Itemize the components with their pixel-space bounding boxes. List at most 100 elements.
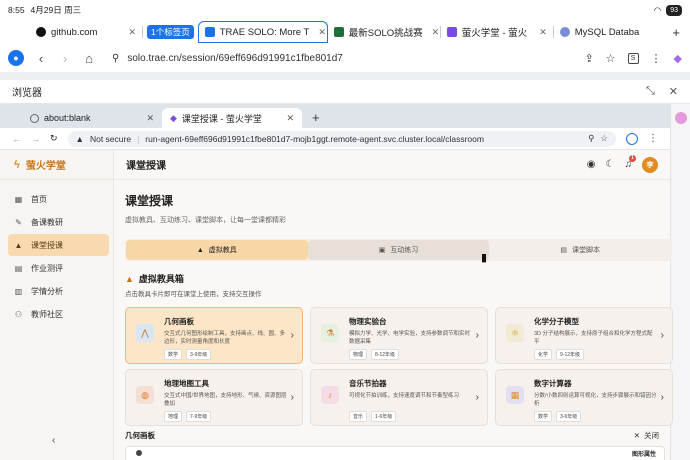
outer-tab-label: MySQL Databa (574, 26, 640, 38)
sidebar-item-analytics[interactable]: ▥ 学情分析 (8, 280, 109, 302)
chevron-right-icon: › (660, 330, 664, 341)
status-bar: 8:55 4月29日 周三 ◠ 93 (0, 0, 690, 20)
tab-switcher-icon[interactable]: S (627, 52, 639, 64)
user-avatar[interactable]: 李 (642, 156, 658, 173)
bookmark-star-icon[interactable]: ☆ (606, 52, 616, 65)
close-icon[interactable]: ✕ (146, 113, 154, 124)
tool-description: 交互式中国/世界地图，支持地形、气候、资源图层叠加 (164, 393, 287, 407)
sidebar-item-label: 学情分析 (31, 286, 63, 296)
menu-icon[interactable]: ⋮ (651, 52, 662, 65)
tool-tag: 1-6年级 (371, 411, 397, 422)
github-icon (36, 27, 46, 37)
inner-address-bar[interactable]: ▲ Not secure | run-agent-69eff696d91991c… (67, 130, 616, 147)
tool-name: 数字计算器 (534, 379, 572, 388)
profile-avatar[interactable]: ● (8, 50, 24, 66)
close-icon[interactable]: ✕ (314, 27, 326, 38)
tool-card[interactable]: ◍ 地理地图工具 交互式中国/世界地图，支持地形、气候、资源图层叠加 地理 7-9年级 › (125, 369, 303, 426)
tool-description: 3D 分子结构展示，支持原子组合和化学方程式配平 (534, 331, 653, 345)
outer-tab-mysql[interactable]: MySQL Databa (554, 21, 654, 43)
sidebar-item-home[interactable]: ▦ 首页 (8, 188, 109, 210)
close-icon[interactable]: ✕ (124, 27, 136, 38)
forward-icon[interactable]: › (58, 51, 72, 66)
outer-tab-trae[interactable]: TRAE SOLO: More T ✕ (197, 21, 328, 43)
close-panel-icon[interactable]: ✕ (669, 85, 678, 98)
panel-title: 浏览器 (12, 88, 42, 99)
loading-icon (559, 27, 570, 37)
back-icon[interactable]: ‹ (34, 51, 48, 66)
new-tab-icon[interactable]: + (672, 25, 690, 40)
tool-tags: 数学 3-6年级 (534, 411, 657, 422)
tool-tags: 化学 9-12年级 (534, 349, 657, 360)
tool-card[interactable]: ▦ 数字计算器 分数/小数四则运算可视化，支持步骤展示和错因分析 数学 3-6年级 › (495, 369, 673, 426)
outer-tab-solo[interactable]: 最新SOLO挑战赛 ✕ (328, 21, 440, 43)
terminal-icon (333, 27, 344, 37)
tool-name: 音乐节拍器 (349, 379, 387, 388)
sidebar-item-prep[interactable]: ✎ 备课教研 (8, 211, 109, 233)
close-tool-button[interactable]: ✕ 关闭 (634, 430, 659, 441)
share-icon[interactable]: ⇪ (584, 52, 593, 65)
copilot-icon[interactable]: ◆ (674, 52, 682, 65)
new-tab-icon[interactable]: + (302, 108, 330, 128)
bookmark-star-icon[interactable]: ☆ (600, 133, 608, 144)
tool-description: 可视化节拍训练，支持速度调节和节奏型练习 (349, 393, 460, 399)
outer-address-bar[interactable]: ⚲ solo.trae.cn/session/69eff696d91991c1f… (112, 53, 574, 64)
outer-tab-yinghuo[interactable]: 萤火学堂 - 萤火 ✕ (441, 21, 553, 43)
tool-icon: ⚗ (321, 324, 339, 342)
tool-icon: ♪ (321, 386, 339, 404)
tool-card[interactable]: ⚗ 物理实验台 模拟力学、光学、电学实验，支持参数调节和实时数据采集 物理 8-12年级… (310, 307, 488, 364)
forward-icon[interactable]: → (31, 134, 40, 144)
sidebar-item-community[interactable]: ⚇ 教师社区 (8, 303, 109, 325)
tab-interactive-practice[interactable]: ▣ 互动练习 (307, 240, 490, 260)
profile-avatar[interactable] (626, 132, 638, 145)
outer-tab-label: 最新SOLO挑战赛 (348, 28, 423, 39)
outer-tab-label: 萤火学堂 - 萤火 (461, 28, 528, 39)
section-subtitle: 点击教具卡片即可在课堂上使用，支持交互操作 (125, 291, 262, 298)
tool-tag: 化学 (534, 349, 553, 360)
sidebar-nav: ▦ 首页 ✎ 备课教研 ▲ 课堂授课 ▤ 作业测评 ▥ 学情分析 ⚇ 教师社区 (0, 180, 113, 325)
reload-icon[interactable]: ↻ (50, 133, 58, 144)
tool-tags: 音乐 1-6年级 (349, 411, 472, 422)
tool-card[interactable]: ⚛ 化学分子模型 3D 分子结构展示，支持原子组合和化学方程式配平 化学 9-12年级 › (495, 307, 673, 364)
inner-tab-label: 课堂授课 - 萤火学堂 (181, 113, 262, 124)
script-icon: ▤ (560, 247, 567, 254)
palette-icon[interactable]: ◉ (587, 159, 596, 170)
inner-tab-strip: about:blank ✕ ◆ 课堂授课 - 萤火学堂 ✕ + (0, 104, 690, 128)
tool-name: 物理实验台 (349, 317, 387, 326)
bell-icon[interactable]: ♫ 1 (625, 155, 636, 170)
close-icon[interactable]: ✕ (428, 27, 440, 38)
tab-class-script[interactable]: ▤ 课堂脚本 (489, 240, 671, 260)
tool-card[interactable]: ♪ 音乐节拍器 可视化节拍训练，支持速度调节和节奏型练习 音乐 1-6年级 › (310, 369, 488, 426)
brand-name: 萤火学堂 (25, 161, 66, 172)
outer-tab-github[interactable]: github.com ✕ (30, 21, 142, 43)
tool-tag: 数学 (534, 411, 553, 422)
site-info-icon[interactable]: ⚲ (112, 53, 119, 64)
tool-card-body: 音乐节拍器可视化节拍训练，支持速度调节和节奏型练习音乐 1-6年级 (349, 378, 472, 422)
assistant-icon[interactable] (675, 112, 687, 124)
back-icon[interactable]: ← (12, 134, 21, 144)
tool-card-body: 地理地图工具 交互式中国/世界地图，支持地形、气候、资源图层叠加 地理 7-9年级 (164, 378, 287, 422)
zoom-icon[interactable]: ⚲ (588, 133, 594, 144)
dark-mode-icon[interactable]: ☾ (606, 159, 615, 170)
tab-group-badge[interactable]: 1个标签页 (147, 25, 194, 39)
battery-icon: 93 (666, 4, 682, 16)
home-icon[interactable]: ⌂ (82, 51, 96, 66)
menu-icon[interactable]: ⋮ (648, 133, 658, 144)
tab-virtual-tools[interactable]: ▲ 虚拟教具 (126, 240, 308, 260)
tool-card[interactable]: ⋀ 几何画板 交互式几何图形绘制工具，支持画点、线、圆、多边形，实时测量角度和长度数… (125, 307, 303, 364)
collapse-icon[interactable]: ⤡ (646, 85, 655, 98)
close-icon[interactable]: ✕ (286, 113, 294, 124)
brand[interactable]: ϟ 萤火学堂 (0, 150, 113, 180)
sidebar-item-homework[interactable]: ▤ 作业测评 (8, 257, 109, 279)
grid-icon: ▦ (14, 194, 23, 204)
close-icon[interactable]: ✕ (535, 27, 547, 38)
inner-toolbar: ← → ↻ ▲ Not secure | run-agent-69eff696d… (0, 128, 670, 150)
sidebar-item-classroom[interactable]: ▲ 课堂授课 (8, 234, 109, 256)
chart-icon: ▥ (14, 286, 23, 296)
tool-name: 几何画板 (164, 317, 194, 326)
inner-tab-blank[interactable]: about:blank ✕ (22, 108, 162, 128)
point-icon (136, 450, 142, 456)
inner-tab-classroom[interactable]: ◆ 课堂授课 - 萤火学堂 ✕ (162, 108, 302, 128)
app-root: ϟ 萤火学堂 ▦ 首页 ✎ 备课教研 ▲ 课堂授课 ▤ 作业测评 ▥ 学情分析 (0, 150, 673, 460)
section-title-text: 虚拟教具箱 (138, 274, 184, 284)
collapse-sidebar-icon[interactable]: ‹ (52, 435, 55, 446)
